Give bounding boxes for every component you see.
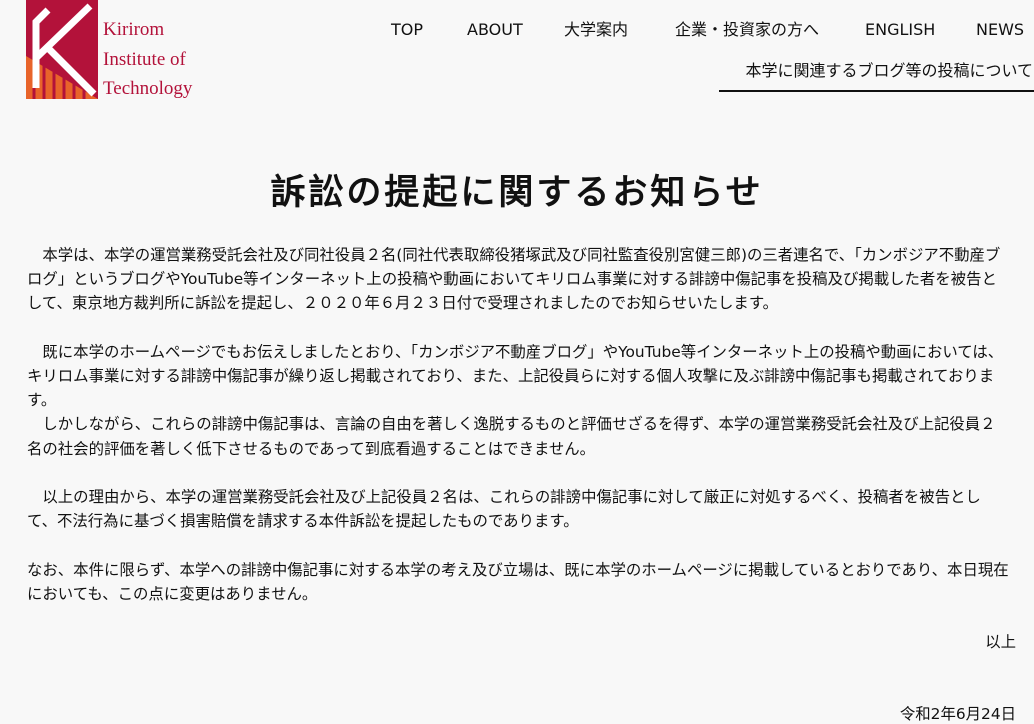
notice-date: 令和2年6月24日: [899, 705, 1016, 723]
notice-body: 本学は、本学の運営業務受託会社及び同社役員２名(同社代表取締役猪塚武及び同社監査…: [27, 243, 1009, 606]
nav-item-companies-investors[interactable]: 企業・投資家の方へ: [675, 19, 819, 41]
notice-paragraph-2: 既に本学のホームページでもお伝えしましたとおり、「カンボジア不動産ブログ」やYo…: [27, 342, 1004, 410]
nav-item-university-guide[interactable]: 大学案内: [564, 19, 628, 41]
logo-line-3: Technology: [103, 78, 193, 99]
nav-item-news[interactable]: NEWS: [976, 19, 1024, 41]
nav-item-top[interactable]: TOP: [391, 19, 423, 41]
notice-paragraph-1: 本学は、本学の運営業務受託会社及び同社役員２名(同社代表取締役猪塚武及び同社監査…: [27, 246, 1001, 313]
notice-closing: 以上: [985, 633, 1016, 651]
notice-paragraph-3: しかしながら、これらの誹謗中傷記事は、言論の自由を著しく逸脱するものと評価せざる…: [27, 415, 996, 458]
blog-posts-link[interactable]: 本学に関連するブログ等の投稿について: [719, 54, 1034, 92]
nav-item-about[interactable]: ABOUT: [467, 19, 523, 41]
nav-item-english[interactable]: ENGLISH: [865, 19, 935, 41]
logo-line-2: Institute of: [103, 48, 186, 70]
notice-paragraph-4: 以上の理由から、本学の運営業務受託会社及び上記役員２名は、これらの誹謗中傷記事に…: [27, 488, 981, 531]
kit-logo-mark-icon: [26, 0, 98, 99]
notice-paragraph-5: なお、本件に限らず、本学への誹謗中傷記事に対する本学の考え及び立場は、既に本学の…: [27, 560, 1009, 603]
site-logo[interactable]: Kirirom Institute of Technology: [26, 0, 216, 100]
blog-posts-link-label: 本学に関連するブログ等の投稿について: [745, 61, 1033, 80]
page-title: 訴訟の提起に関するお知らせ: [270, 173, 764, 213]
main-nav: TOP ABOUT 大学案内 企業・投資家の方へ ENGLISH NEWS: [0, 19, 1034, 41]
